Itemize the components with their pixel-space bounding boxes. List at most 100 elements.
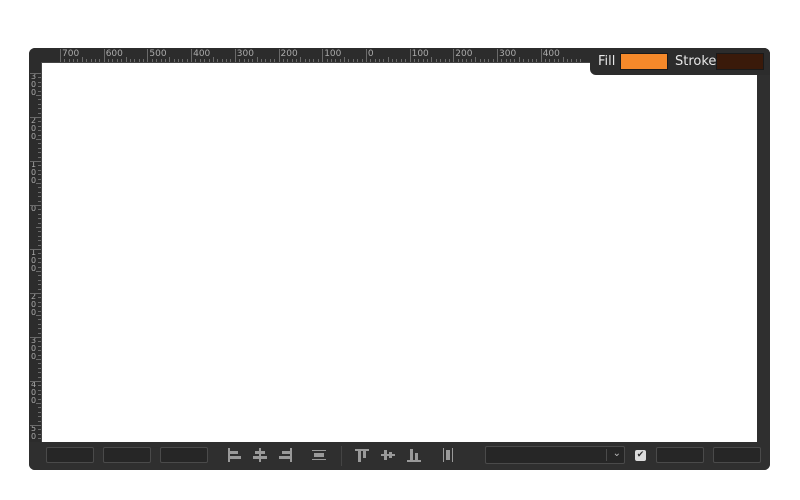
ruler-h-tick	[387, 57, 389, 62]
ruler-h-tick	[545, 59, 547, 62]
ruler-h-tick	[99, 59, 101, 62]
ruler-h-tick	[125, 57, 127, 62]
ruler-h-tick	[575, 59, 577, 62]
ruler-h-tick	[427, 59, 429, 62]
ruler-h-tick	[94, 59, 96, 62]
ruler-h-tick	[295, 59, 297, 62]
fill-label: Fill	[598, 54, 616, 69]
ruler-v-label: 0	[30, 204, 37, 213]
color-panel: Fill Stroke	[590, 48, 770, 75]
toolbar-separator	[341, 446, 342, 466]
ruler-h-label: 600	[105, 49, 123, 59]
ruler-v-tick	[38, 411, 41, 413]
align-right-icon[interactable]	[277, 448, 293, 462]
ruler-h-tick	[418, 59, 420, 62]
ruler-v-tick	[38, 103, 41, 105]
drawing-canvas[interactable]	[42, 63, 757, 442]
ruler-h-tick	[462, 59, 464, 62]
ruler-v-tick	[36, 183, 41, 184]
ruler-v-tick	[30, 249, 41, 250]
distribute-h-icon[interactable]	[311, 448, 327, 462]
ruler-h-tick	[108, 59, 110, 62]
stroke-color-swatch[interactable]	[716, 53, 764, 70]
ruler-h-tick	[182, 59, 184, 62]
ruler-h-tick	[497, 49, 498, 62]
unit-dropdown[interactable]: ⌄	[485, 446, 625, 464]
ruler-h-tick	[466, 59, 468, 62]
ruler-v-tick	[38, 77, 41, 79]
ruler-v-tick	[30, 161, 41, 162]
editor-window: 700 600 500 400 300 200 100 0 100 200 300 400 3 0 0…	[29, 48, 770, 470]
ruler-corner	[29, 48, 44, 62]
ruler-v-tick	[38, 196, 41, 198]
ruler-v-tick	[38, 398, 41, 400]
ruler-v-tick	[38, 213, 41, 215]
width-field[interactable]	[160, 447, 208, 463]
ruler-v-tick	[38, 81, 41, 83]
ruler-v-tick	[38, 438, 41, 440]
ruler-h-tick	[60, 49, 61, 62]
ruler-v-tick	[38, 99, 41, 101]
ruler-h-tick	[230, 59, 232, 62]
distribute-v-icon[interactable]	[441, 448, 457, 462]
ruler-v-tick	[38, 345, 41, 347]
ruler-v-tick	[38, 394, 41, 396]
ruler-v-tick	[36, 95, 41, 96]
ruler-v-tick	[38, 90, 41, 92]
ruler-h-tick	[540, 49, 542, 62]
ruler-h-tick	[549, 59, 551, 62]
vertical-scrollbar[interactable]	[757, 63, 770, 442]
ruler-h-tick	[444, 59, 446, 62]
ruler-h-tick	[195, 59, 197, 62]
align-top-icon[interactable]	[355, 448, 371, 462]
value-field-b[interactable]	[713, 447, 761, 463]
ruler-v-tick	[38, 363, 41, 365]
ruler-h-tick	[483, 59, 485, 62]
value-field-a[interactable]	[656, 447, 704, 463]
chevron-down-icon: ⌄	[612, 448, 621, 459]
ruler-h-tick	[453, 49, 455, 62]
ruler-v-tick	[38, 86, 41, 88]
ruler-v-tick	[38, 231, 41, 233]
ruler-v-tick	[38, 257, 41, 259]
align-bottom-icon[interactable]	[407, 448, 423, 462]
ruler-h-label: 700	[62, 49, 80, 59]
align-middle-v-icon[interactable]	[381, 448, 397, 462]
ruler-h-label: 0	[367, 49, 374, 59]
bottom-toolbar: ⌄ ✔	[29, 442, 770, 470]
ruler-h-tick	[173, 59, 175, 62]
ruler-h-tick	[527, 59, 529, 62]
align-left-icon[interactable]	[227, 448, 243, 462]
ruler-v-tick	[38, 420, 41, 422]
y-field[interactable]	[103, 447, 151, 463]
ruler-h-tick	[309, 59, 311, 62]
ruler-v-tick	[38, 165, 41, 167]
ruler-h-tick	[221, 59, 223, 62]
ruler-v-label: 2 0 0	[30, 292, 37, 317]
ruler-v-tick	[30, 117, 41, 118]
ruler-h-tick	[156, 59, 158, 62]
fill-color-swatch[interactable]	[620, 53, 668, 70]
ruler-h-tick	[261, 59, 263, 62]
vertical-ruler[interactable]: 3 0 0 2 0 0 1 0 0 0 1 0 0 2 0 0 3 0 0 4 0 0 5 0	[29, 62, 42, 442]
ruler-h-tick	[348, 59, 350, 62]
ruler-h-tick	[304, 59, 306, 62]
ruler-h-tick	[505, 59, 507, 62]
ruler-v-tick	[38, 235, 41, 237]
ruler-v-tick	[38, 328, 41, 330]
ruler-h-tick	[435, 59, 437, 62]
ruler-v-tick	[38, 130, 41, 132]
ruler-v-tick	[30, 381, 41, 382]
ruler-v-tick	[38, 218, 41, 220]
ruler-h-tick	[291, 59, 293, 62]
ruler-v-label: 1 0 0	[30, 248, 37, 273]
ruler-v-tick	[38, 372, 41, 374]
ruler-h-tick	[134, 59, 136, 62]
ruler-v-tick	[38, 323, 41, 325]
checkbox-checked-icon[interactable]: ✔	[635, 450, 646, 461]
ruler-h-tick	[553, 59, 555, 62]
x-field[interactable]	[46, 447, 94, 463]
ruler-v-tick	[38, 279, 41, 281]
ruler-h-tick	[204, 59, 206, 62]
align-center-h-icon[interactable]	[252, 448, 268, 462]
